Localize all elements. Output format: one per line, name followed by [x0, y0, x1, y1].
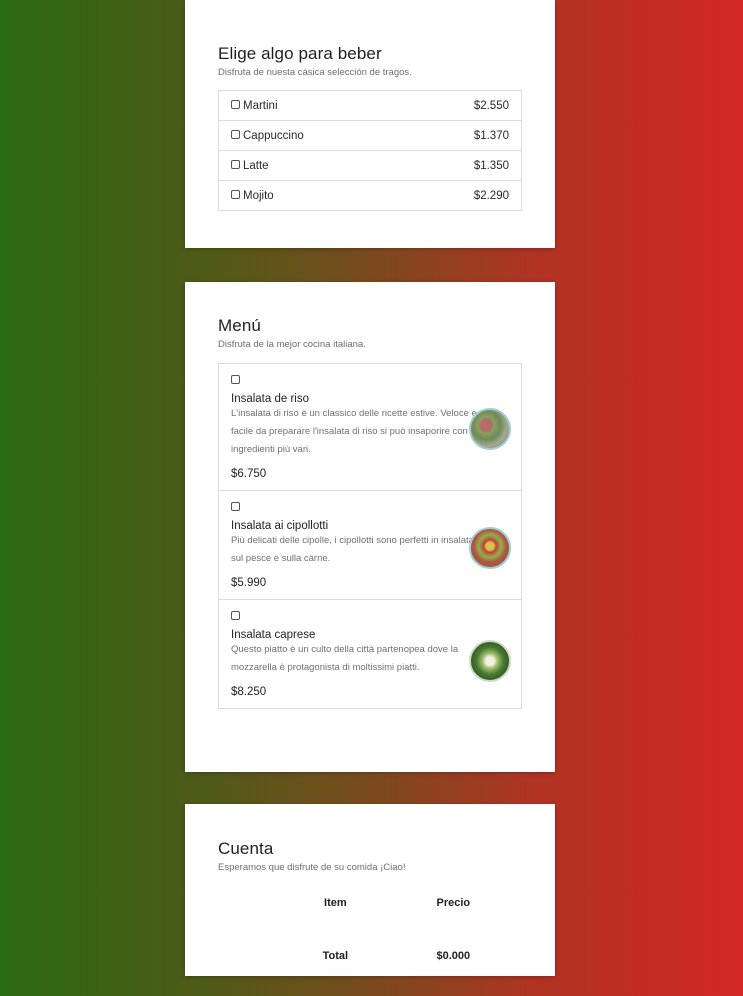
drink-row-mojito[interactable]: Mojito $2.290: [219, 180, 521, 210]
menu-subtitle: Disfruta de la mejor cocina italiana.: [218, 339, 366, 350]
bill-total-value: $0.000: [436, 949, 471, 962]
bill-subtitle: Esperamos que disfrute de su comida ¡Cia…: [218, 862, 406, 873]
bill-card: Cuenta Esperamos que disfrute de su comi…: [185, 804, 555, 976]
bill-spacer-row: [284, 918, 520, 940]
dish-photo: [469, 640, 511, 682]
bill-table: Item Precio Total $0.000: [284, 887, 520, 971]
bill-header-price: Precio: [436, 896, 471, 909]
menu-item-description: L'insalata di riso è un classico delle r…: [231, 408, 480, 455]
drink-row-cappuccino[interactable]: Cappuccino $1.370: [219, 120, 521, 150]
drinks-card: Elige algo para beber Disfruta de nuesta…: [185, 0, 555, 248]
bill-header-row: Item Precio: [284, 887, 520, 918]
drinks-list: Martini $2.550 Cappuccino $1.370 Latte $…: [218, 90, 522, 211]
bill-total-row: Total $0.000: [284, 940, 520, 971]
menu-item-price: $6.750: [231, 468, 267, 480]
drink-price: $2.550: [473, 99, 509, 112]
bill-total-label: Total: [322, 949, 349, 962]
menu-item-price: $5.990: [231, 577, 267, 589]
drink-checkbox[interactable]: [231, 99, 240, 109]
menu-item-insalata-de-riso[interactable]: Insalata de riso L'insalata di riso è un…: [219, 364, 521, 490]
drink-checkbox[interactable]: [231, 129, 240, 139]
dish-photo: [469, 527, 511, 569]
menu-item-checkbox[interactable]: [231, 611, 240, 621]
menu-item-insalata-ai-cipollotti[interactable]: Insalata ai cipollotti Più delicati dell…: [219, 490, 521, 599]
drink-checkbox[interactable]: [231, 189, 240, 199]
menu-item-checkbox[interactable]: [231, 375, 240, 385]
drink-price: $1.350: [473, 159, 509, 172]
menu-title: Menú: [218, 316, 261, 335]
drink-price: $1.370: [473, 129, 509, 142]
drinks-title: Elige algo para beber: [218, 44, 382, 63]
menu-item-name: Insalata ai cipollotti: [231, 520, 329, 532]
bill-title: Cuenta: [218, 839, 274, 858]
menu-item-insalata-caprese[interactable]: Insalata caprese Questo piatto è un cult…: [219, 599, 521, 708]
drinks-subtitle: Disfruta de nuesta cásica selección de t…: [218, 67, 412, 78]
drink-name: Cappuccino: [243, 129, 304, 142]
menu-item-description: Questo piatto è un culto della città par…: [231, 644, 459, 673]
menu-item-checkbox[interactable]: [231, 502, 240, 512]
menu-item-name: Insalata caprese: [231, 629, 316, 641]
menu-item-name: Insalata de riso: [231, 393, 309, 405]
menu-item-price: $8.250: [231, 686, 267, 698]
drink-row-latte[interactable]: Latte $1.350: [219, 150, 521, 180]
dish-photo: [469, 408, 511, 450]
drink-checkbox[interactable]: [231, 159, 240, 169]
drink-name: Mojito: [243, 189, 274, 202]
drink-price: $2.290: [473, 189, 509, 202]
bill-header-item: Item: [324, 896, 347, 909]
drink-name: Latte: [243, 159, 269, 172]
menu-item-description: Più delicati delle cipolle, i cipollotti…: [231, 535, 477, 564]
drink-name: Martini: [243, 99, 278, 112]
menu-card: Menú Disfruta de la mejor cocina italian…: [185, 282, 555, 772]
menu-list: Insalata de riso L'insalata di riso è un…: [218, 363, 522, 709]
drink-row-martini[interactable]: Martini $2.550: [219, 91, 521, 120]
